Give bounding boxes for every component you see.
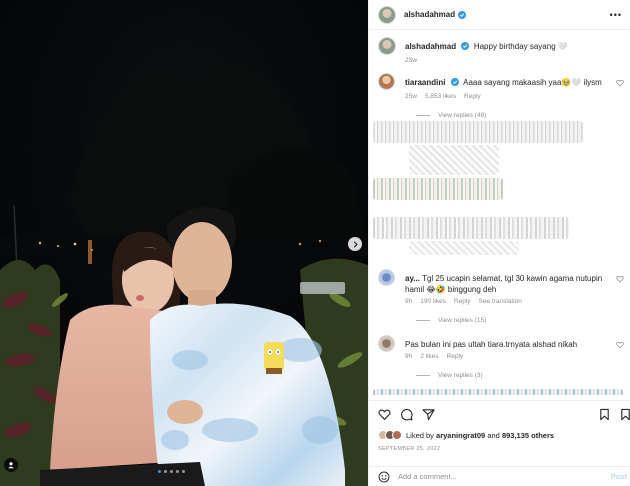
comment-input[interactable] (398, 472, 588, 481)
see-translation-button[interactable]: See translation (479, 298, 522, 305)
post-date: SEPTEMBER 25, 2022 (378, 446, 441, 452)
caption: alshadahmad Happy birthday sayang 🤍 25w (378, 37, 624, 67)
reply-button[interactable]: Reply (464, 93, 481, 100)
carousel-dot (170, 470, 173, 473)
commenter-username[interactable]: tiaraandini (405, 78, 445, 87)
view-replies-button[interactable]: View replies (15) (416, 317, 486, 324)
comment-text: tiaraandini Aaaa sayang makaasih yaa🥹🤍 i… (405, 77, 615, 88)
caption-body: Happy birthday sayang (473, 42, 556, 51)
next-arrow-icon (353, 240, 358, 248)
caption-meta: 25w (405, 57, 417, 64)
likes-text: Liked by aryaningrat09 and 893,135 other… (406, 431, 554, 440)
comment-meta: 25w 5,853 likes Reply (405, 93, 481, 100)
comment-age: 9h (405, 298, 413, 305)
caption-text: alshadahmad Happy birthday sayang 🤍 (405, 41, 615, 52)
next-photo-button[interactable] (348, 237, 362, 251)
carousel-dot (158, 470, 161, 473)
comment-likes[interactable]: 190 likes (420, 298, 446, 305)
blurred-comment (373, 121, 583, 143)
heart-icon[interactable] (616, 79, 624, 87)
blurred-comment (373, 217, 569, 239)
blurred-comment (373, 178, 503, 200)
likes-count[interactable]: 893,135 others (502, 431, 554, 440)
commenter-avatar[interactable] (378, 73, 395, 90)
reply-button[interactable]: Reply (454, 298, 471, 305)
comment-age: 25w (405, 93, 417, 100)
white-heart-emoji: 🤍 (557, 42, 568, 51)
verified-badge-icon (450, 78, 459, 86)
verified-badge-icon (461, 42, 470, 50)
comment-body: Tgl 25 ucapin selamat, tgl 30 kawin agam… (405, 274, 603, 294)
more-options-icon[interactable]: ••• (610, 10, 622, 20)
reply-button[interactable]: Reply (447, 353, 464, 360)
user-tag-icon (8, 462, 14, 469)
blurred-comment (409, 145, 499, 175)
photo-scene (0, 0, 368, 486)
comment-icon[interactable] (400, 408, 413, 421)
comment-meta: 9h 2 likes Reply (405, 353, 463, 360)
post-header: alshadahmad ••• (369, 0, 630, 30)
view-replies-button[interactable]: View replies (48) (416, 112, 486, 119)
view-replies-label: View replies (48) (438, 112, 487, 119)
post-sidebar: alshadahmad ••• alshadahmad Happy birthd… (368, 0, 630, 486)
comment-age: 9h (405, 353, 413, 360)
carousel-dots (158, 470, 185, 473)
comment-item: Pas bulan ini pas ultah tiara.trnyata al… (378, 335, 624, 385)
author-avatar[interactable] (378, 5, 396, 24)
blurred-comment (409, 241, 519, 255)
emoji-icon[interactable] (378, 471, 390, 483)
carousel-dot (182, 470, 185, 473)
likes-and: and (487, 430, 500, 440)
caption-age: 25w (405, 57, 417, 64)
bookmark-icon[interactable] (619, 408, 630, 421)
caption-username[interactable]: alshadahmad (405, 42, 456, 51)
commenter-avatar[interactable] (378, 335, 395, 352)
comment-body: Aaaa sayang makaasih yaa🥹🤍 ilysm (463, 78, 602, 87)
commenter-username[interactable]: ay... (405, 274, 420, 283)
author-username[interactable]: alshadahmad (404, 10, 455, 19)
view-replies-button[interactable]: View replies (3) (416, 372, 483, 379)
view-replies-label: View replies (15) (438, 317, 487, 324)
add-comment-bar: Post (369, 466, 630, 486)
tagged-users-button[interactable] (4, 458, 18, 472)
likes-prefix: Liked by (406, 430, 434, 440)
heart-icon[interactable] (378, 408, 391, 421)
comments-list: alshadahmad Happy birthday sayang 🤍 25w … (369, 31, 630, 395)
comment-likes[interactable]: 5,853 likes (425, 93, 456, 100)
blurred-comment (373, 389, 623, 395)
comment-meta: 9h 190 likes Reply See translation (405, 298, 522, 305)
liker-avatar (392, 430, 402, 440)
heart-icon[interactable] (616, 341, 624, 349)
comment-text: ay... Tgl 25 ucapin selamat, tgl 30 kawi… (405, 273, 615, 295)
verified-badge-icon (458, 10, 467, 19)
commenter-avatar[interactable] (378, 269, 395, 286)
liker-username[interactable]: aryaningrat09 (436, 431, 485, 440)
post-photo (0, 0, 368, 486)
likes-summary: Liked by aryaningrat09 and 893,135 other… (378, 430, 554, 440)
post-actions (369, 400, 630, 426)
view-replies-label: View replies (3) (438, 372, 483, 379)
comment-likes[interactable]: 2 likes (420, 353, 438, 360)
comment-body: Pas bulan ini pas ultah tiara.trnyata al… (405, 340, 578, 349)
caption-avatar[interactable] (378, 37, 396, 55)
share-icon[interactable] (422, 408, 435, 421)
carousel-dot (176, 470, 179, 473)
comment-item: ay... Tgl 25 ucapin selamat, tgl 30 kawi… (378, 269, 624, 325)
carousel-dot (164, 470, 167, 473)
comment-text: Pas bulan ini pas ultah tiara.trnyata al… (405, 339, 615, 350)
bookmark-icon[interactable] (598, 408, 611, 421)
post-comment-button[interactable]: Post (611, 472, 627, 481)
heart-icon[interactable] (616, 275, 624, 283)
